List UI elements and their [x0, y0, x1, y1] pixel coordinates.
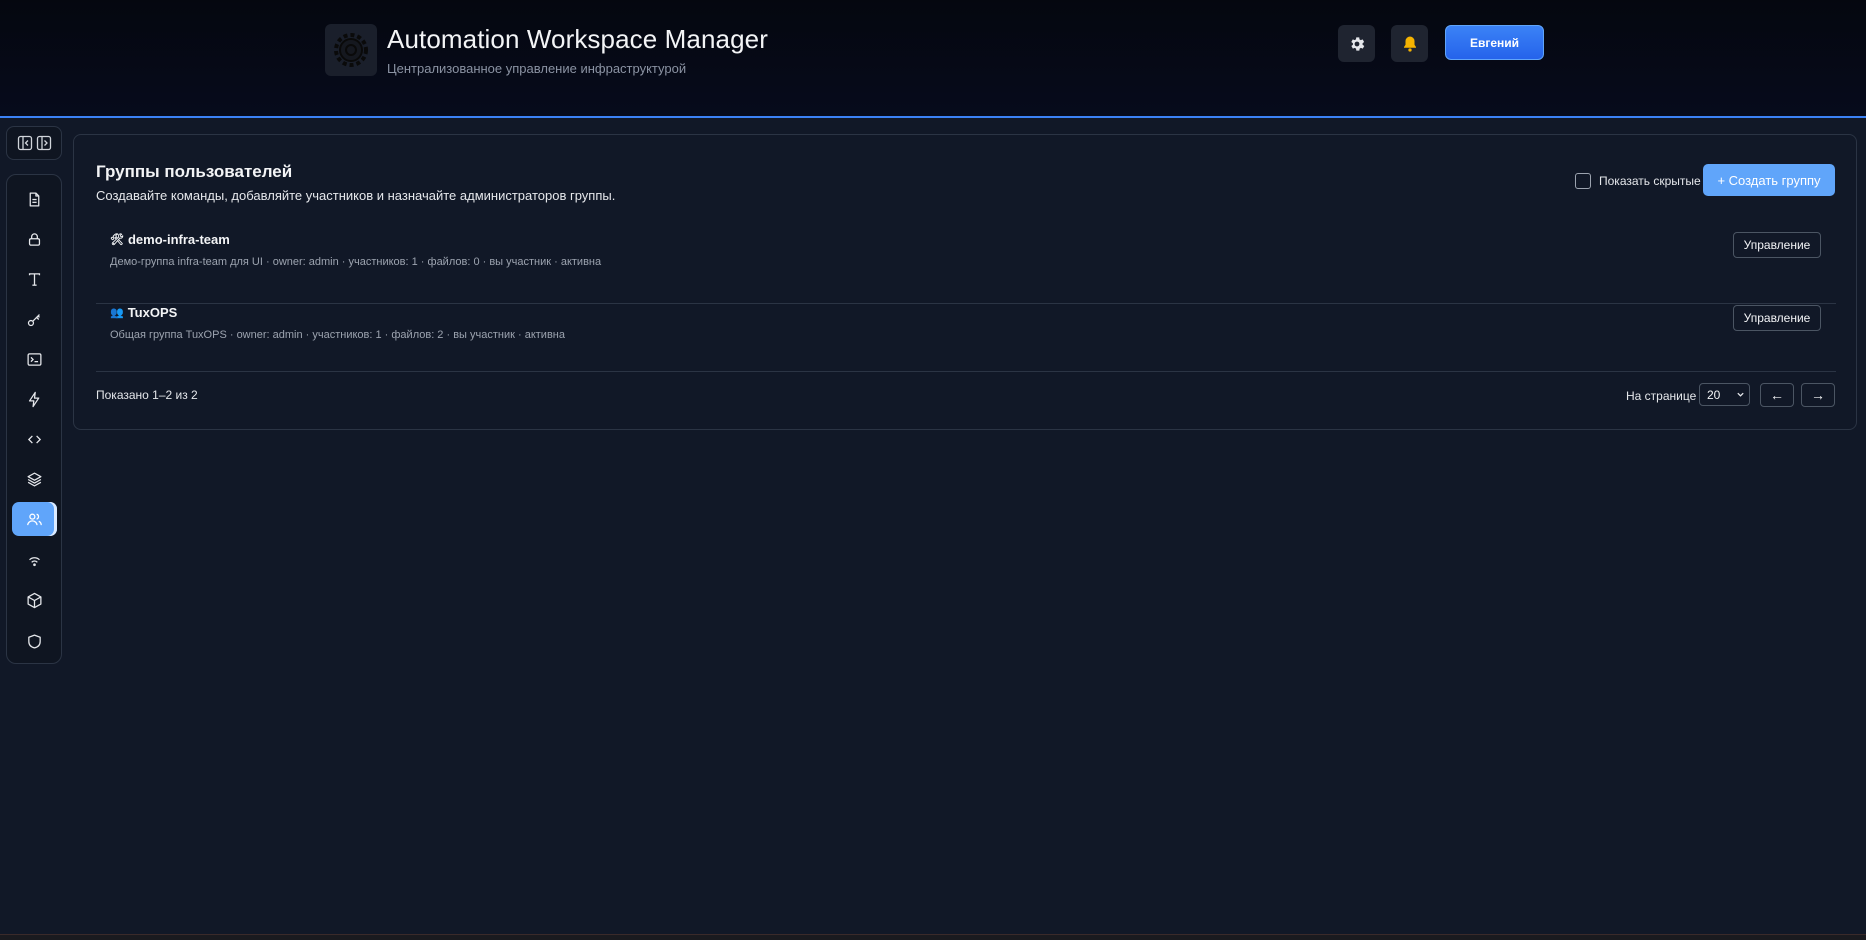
sidebar-item-code[interactable]	[12, 422, 57, 456]
users-emoji-icon: 👥	[110, 307, 124, 319]
document-icon	[29, 191, 40, 207]
layers-icon	[27, 471, 42, 487]
sidebar-item-terminal[interactable]	[12, 342, 57, 376]
sidebar-item-packages[interactable]	[12, 583, 57, 617]
sidebar-item-automation[interactable]	[12, 382, 57, 416]
users-icon	[27, 513, 42, 525]
group-name: TuxOPS	[127, 305, 178, 320]
show-hidden-label: Показать скрытые	[1599, 174, 1701, 188]
group-row: 🛠 demo-infra-team Демо-группа infra-team…	[96, 232, 1836, 304]
bottom-bar	[0, 934, 1866, 940]
page-description: Создавайте команды, добавляйте участнико…	[96, 188, 616, 203]
sidebar-item-groups[interactable]	[12, 502, 57, 536]
app-subtitle: Централизованное управление инфраструкту…	[387, 61, 687, 76]
collapse-left-icon	[17, 135, 32, 151]
tools-icon: 🛠	[110, 234, 124, 246]
terminal-icon	[27, 352, 42, 366]
text-icon	[28, 272, 41, 286]
settings-button[interactable]	[1338, 25, 1375, 62]
per-page-select[interactable]: 20	[1699, 383, 1750, 406]
app-logo	[325, 24, 377, 76]
pagination-divider	[96, 371, 1836, 372]
prev-page-button[interactable]: ←	[1760, 383, 1794, 407]
sidebar-item-keys[interactable]	[12, 302, 57, 336]
group-title: 🛠 demo-infra-team	[110, 232, 230, 247]
page-title: Группы пользователей	[96, 162, 293, 181]
shield-icon	[28, 633, 41, 649]
gear-logo-icon	[334, 33, 368, 67]
cube-icon	[27, 592, 42, 608]
sidebar-item-secrets[interactable]	[12, 222, 57, 256]
key-icon	[27, 313, 40, 326]
expand-right-icon	[36, 135, 51, 151]
bell-icon	[1403, 36, 1416, 52]
app-title: Automation Workspace Manager	[387, 24, 768, 54]
notifications-button[interactable]	[1391, 25, 1428, 62]
show-hidden-toggle[interactable]: Показать скрытые	[1575, 173, 1701, 189]
per-page-label: На странице	[1626, 389, 1697, 403]
group-meta: Общая группа TuxOPS · owner: admin · уча…	[110, 329, 565, 341]
gear-icon	[1350, 36, 1364, 51]
sidebar-item-network[interactable]	[12, 543, 57, 577]
lightning-icon	[28, 391, 40, 407]
group-title: 👥 TuxOPS	[110, 305, 177, 320]
manage-group-button[interactable]: Управление	[1733, 305, 1821, 331]
show-hidden-checkbox[interactable]	[1575, 173, 1591, 189]
group-row: 👥 TuxOPS Общая группа TuxOPS · owner: ad…	[96, 305, 1836, 377]
sidebar-item-security[interactable]	[12, 624, 57, 658]
sidebar-item-layers[interactable]	[12, 462, 57, 496]
sidebar-nav	[6, 174, 62, 664]
code-icon	[27, 435, 42, 443]
lock-icon	[28, 232, 41, 246]
group-meta: Демо-группа infra-team для UI · owner: a…	[110, 256, 602, 268]
pagination-summary: Показано 1–2 из 2	[96, 388, 198, 402]
sidebar-toggle-button[interactable]	[6, 126, 62, 160]
next-page-button[interactable]: →	[1801, 383, 1835, 407]
chevron-down-icon	[1737, 392, 1744, 397]
create-group-button[interactable]: + Создать группу	[1703, 164, 1835, 196]
wifi-icon	[29, 556, 40, 566]
group-name: demo-infra-team	[127, 232, 230, 247]
sidebar-item-text[interactable]	[12, 262, 57, 296]
manage-group-button[interactable]: Управление	[1733, 232, 1821, 258]
sidebar-item-documents[interactable]	[12, 182, 57, 216]
user-menu-button[interactable]: Евгений	[1445, 25, 1544, 60]
per-page-value: 20	[1707, 387, 1721, 402]
app-header: Automation Workspace Manager Централизов…	[0, 0, 1866, 118]
groups-card: Группы пользователей Создавайте команды,…	[73, 134, 1857, 430]
